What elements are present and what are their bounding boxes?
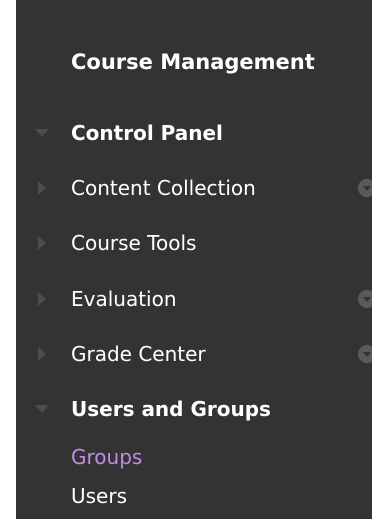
menu-item-users-and-groups[interactable]: Users and Groups bbox=[16, 389, 372, 429]
context-menu-icon[interactable] bbox=[358, 179, 372, 197]
sub-item-users[interactable]: Users bbox=[71, 484, 127, 508]
triangle-down-icon[interactable] bbox=[34, 401, 50, 417]
panel-title: Course Management bbox=[71, 50, 315, 74]
triangle-down-icon[interactable] bbox=[34, 125, 50, 141]
sub-item-groups[interactable]: Groups bbox=[71, 445, 142, 469]
triangle-right-icon[interactable] bbox=[34, 346, 50, 362]
menu-item-label: Grade Center bbox=[71, 342, 206, 366]
triangle-right-icon[interactable] bbox=[34, 235, 50, 251]
menu-item-label: Course Tools bbox=[71, 231, 197, 255]
menu-item-course-tools[interactable]: Course Tools bbox=[16, 223, 372, 263]
menu-item-content-collection[interactable]: Content Collection bbox=[16, 168, 372, 208]
course-management-panel: Course Management Control Panel Content … bbox=[16, 0, 372, 519]
menu-item-grade-center[interactable]: Grade Center bbox=[16, 334, 372, 374]
menu-item-label: Control Panel bbox=[71, 121, 223, 145]
triangle-right-icon[interactable] bbox=[34, 291, 50, 307]
menu-item-label: Evaluation bbox=[71, 287, 177, 311]
menu-item-control-panel[interactable]: Control Panel bbox=[16, 113, 372, 153]
menu-item-evaluation[interactable]: Evaluation bbox=[16, 279, 372, 319]
triangle-right-icon[interactable] bbox=[34, 180, 50, 196]
menu-item-label: Users and Groups bbox=[71, 397, 271, 421]
context-menu-icon[interactable] bbox=[358, 290, 372, 308]
context-menu-icon[interactable] bbox=[358, 345, 372, 363]
menu-item-label: Content Collection bbox=[71, 176, 256, 200]
